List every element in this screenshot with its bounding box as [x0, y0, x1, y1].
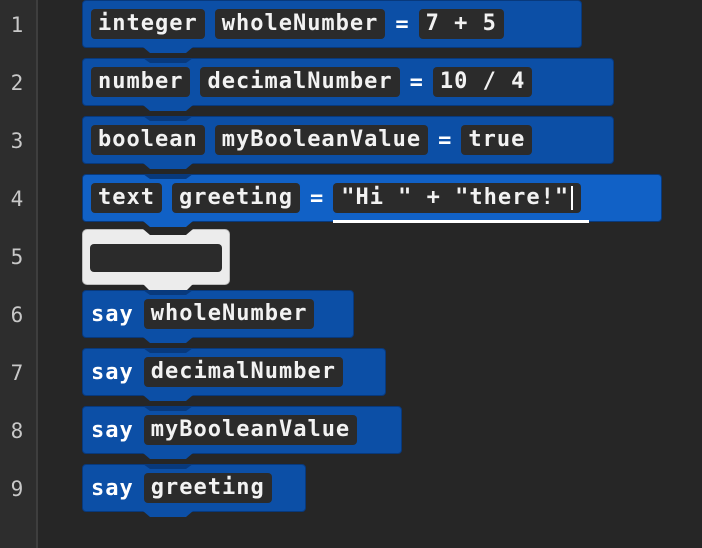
- say-argument-chip[interactable]: decimalNumber: [143, 357, 343, 387]
- line-number: 2: [10, 71, 24, 95]
- say-block[interactable]: say decimalNumber: [82, 348, 386, 401]
- block-connector: [143, 47, 193, 53]
- assign-operator: =: [309, 185, 324, 211]
- say-block[interactable]: say wholeNumber: [82, 290, 354, 343]
- variable-name-chip[interactable]: decimalNumber: [200, 67, 400, 97]
- say-keyword: say: [91, 301, 134, 327]
- block-connector: [143, 163, 193, 169]
- variable-declaration-block[interactable]: boolean myBooleanValue = true: [82, 116, 614, 169]
- value-expression-text: "Hi " + "there!": [341, 185, 570, 210]
- block-notch: [143, 464, 193, 469]
- say-block[interactable]: say greeting: [82, 464, 306, 517]
- variable-name-chip[interactable]: wholeNumber: [214, 9, 386, 39]
- variable-declaration-block-active[interactable]: text greeting = "Hi " + "there!": [82, 174, 662, 227]
- block-notch: [143, 406, 193, 411]
- edit-underline: [333, 220, 590, 223]
- empty-statement-block[interactable]: [82, 229, 230, 291]
- say-block[interactable]: say myBooleanValue: [82, 406, 402, 459]
- block-connector: [143, 453, 193, 459]
- block-connector: [143, 511, 193, 517]
- block-notch: [143, 174, 193, 179]
- variable-name-chip[interactable]: greeting: [171, 183, 300, 213]
- value-expression-editor[interactable]: "Hi " + "there!": [333, 183, 590, 223]
- line-number: 5: [10, 245, 24, 269]
- block-notch: [143, 58, 193, 63]
- assign-operator: =: [409, 69, 423, 95]
- line-number: 6: [10, 303, 24, 327]
- say-argument-chip[interactable]: myBooleanValue: [143, 415, 358, 445]
- code-canvas[interactable]: integer wholeNumber = 7 + 5 number decim…: [38, 0, 702, 548]
- line-number: 4: [10, 187, 24, 211]
- block-notch: [143, 116, 193, 121]
- line-number: 7: [10, 361, 24, 385]
- block-connector: [143, 105, 193, 111]
- type-chip[interactable]: number: [91, 67, 191, 97]
- value-expression-chip[interactable]: 10 / 4: [432, 67, 533, 97]
- type-chip[interactable]: boolean: [91, 125, 205, 155]
- variable-name-chip[interactable]: myBooleanValue: [214, 125, 429, 155]
- block-connector: [143, 221, 193, 227]
- assign-operator: =: [438, 127, 452, 153]
- text-cursor: [571, 186, 574, 210]
- block-connector: [143, 395, 193, 401]
- line-number: 3: [10, 129, 24, 153]
- line-number: 8: [10, 419, 24, 443]
- say-keyword: say: [91, 417, 134, 443]
- block-notch: [143, 348, 193, 353]
- empty-statement-slot[interactable]: [90, 244, 222, 272]
- variable-declaration-block[interactable]: number decimalNumber = 10 / 4: [82, 58, 614, 111]
- value-expression-chip[interactable]: 7 + 5: [418, 9, 504, 39]
- line-number-gutter: 1 2 3 4 5 6 7 8 9: [0, 0, 38, 548]
- say-keyword: say: [91, 359, 134, 385]
- type-chip[interactable]: integer: [91, 9, 205, 39]
- say-keyword: say: [91, 475, 134, 501]
- say-argument-chip[interactable]: greeting: [143, 473, 272, 503]
- line-number: 9: [10, 477, 24, 501]
- block-notch: [143, 290, 193, 295]
- say-argument-chip[interactable]: wholeNumber: [143, 299, 315, 329]
- variable-declaration-block[interactable]: integer wholeNumber = 7 + 5: [82, 0, 582, 53]
- line-number: 1: [10, 13, 24, 37]
- value-expression-chip[interactable]: true: [461, 125, 533, 155]
- block-notch: [143, 229, 193, 235]
- block-connector: [143, 337, 193, 343]
- type-chip[interactable]: text: [91, 183, 162, 213]
- assign-operator: =: [395, 11, 409, 37]
